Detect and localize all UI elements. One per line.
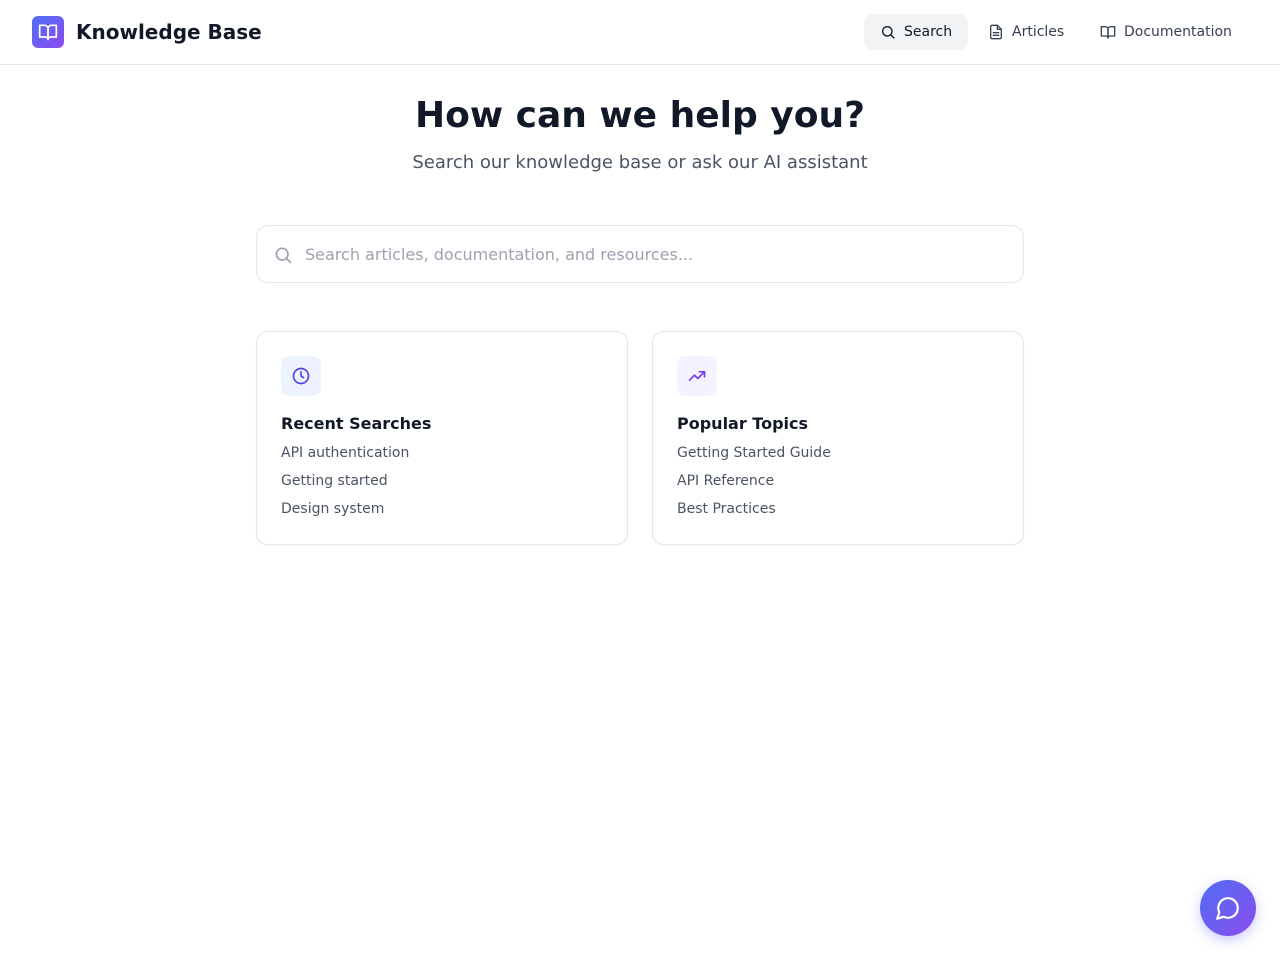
recent-searches-list: API authentication Getting started Desig… <box>281 443 409 527</box>
nav-articles-label: Articles <box>1012 24 1065 40</box>
nav-search-label: Search <box>904 24 953 40</box>
recent-search-item[interactable]: API authentication <box>281 443 409 471</box>
popular-topic-item[interactable]: Best Practices <box>677 499 831 527</box>
book-icon <box>1100 26 1116 39</box>
popular-topics-list: Getting Started Guide API Reference Best… <box>677 443 831 527</box>
clock-icon <box>292 367 310 385</box>
popular-topics-card: Popular Topics Getting Started Guide API… <box>652 331 1024 545</box>
nav-search[interactable]: Search <box>864 14 968 50</box>
recent-search-item[interactable]: Design system <box>281 499 409 527</box>
trending-up-icon <box>688 371 706 381</box>
recent-searches-title: Recent Searches <box>281 414 432 433</box>
document-icon <box>990 24 1002 40</box>
nav-documentation-label: Documentation <box>1124 24 1232 40</box>
top-header: Knowledge Base Search Articles Documenta… <box>0 0 1280 65</box>
app-logo[interactable] <box>32 16 64 48</box>
search-icon <box>882 26 895 39</box>
popular-topic-item[interactable]: API Reference <box>677 471 831 499</box>
popular-topic-item[interactable]: Getting Started Guide <box>677 443 831 471</box>
page-title: How can we help you? <box>414 95 866 136</box>
search-icon <box>275 247 292 264</box>
popular-topics-title: Popular Topics <box>677 414 809 433</box>
recent-searches-icon-box <box>281 356 321 396</box>
nav-documentation[interactable]: Documentation <box>1084 14 1248 50</box>
search-input[interactable] <box>305 227 1005 281</box>
recent-search-item[interactable]: Getting started <box>281 471 409 499</box>
search-bar[interactable] <box>256 225 1024 283</box>
app-title: Knowledge Base <box>76 20 262 44</box>
page-subtitle: Search our knowledge base or ask our AI … <box>412 152 868 173</box>
chat-bubble-icon <box>1216 897 1239 920</box>
popular-topics-icon-box <box>677 356 717 396</box>
recent-searches-card: Recent Searches API authentication Getti… <box>256 331 628 545</box>
book-open-icon <box>38 24 58 41</box>
nav-articles[interactable]: Articles <box>972 14 1080 50</box>
ai-chat-button[interactable] <box>1200 880 1256 936</box>
